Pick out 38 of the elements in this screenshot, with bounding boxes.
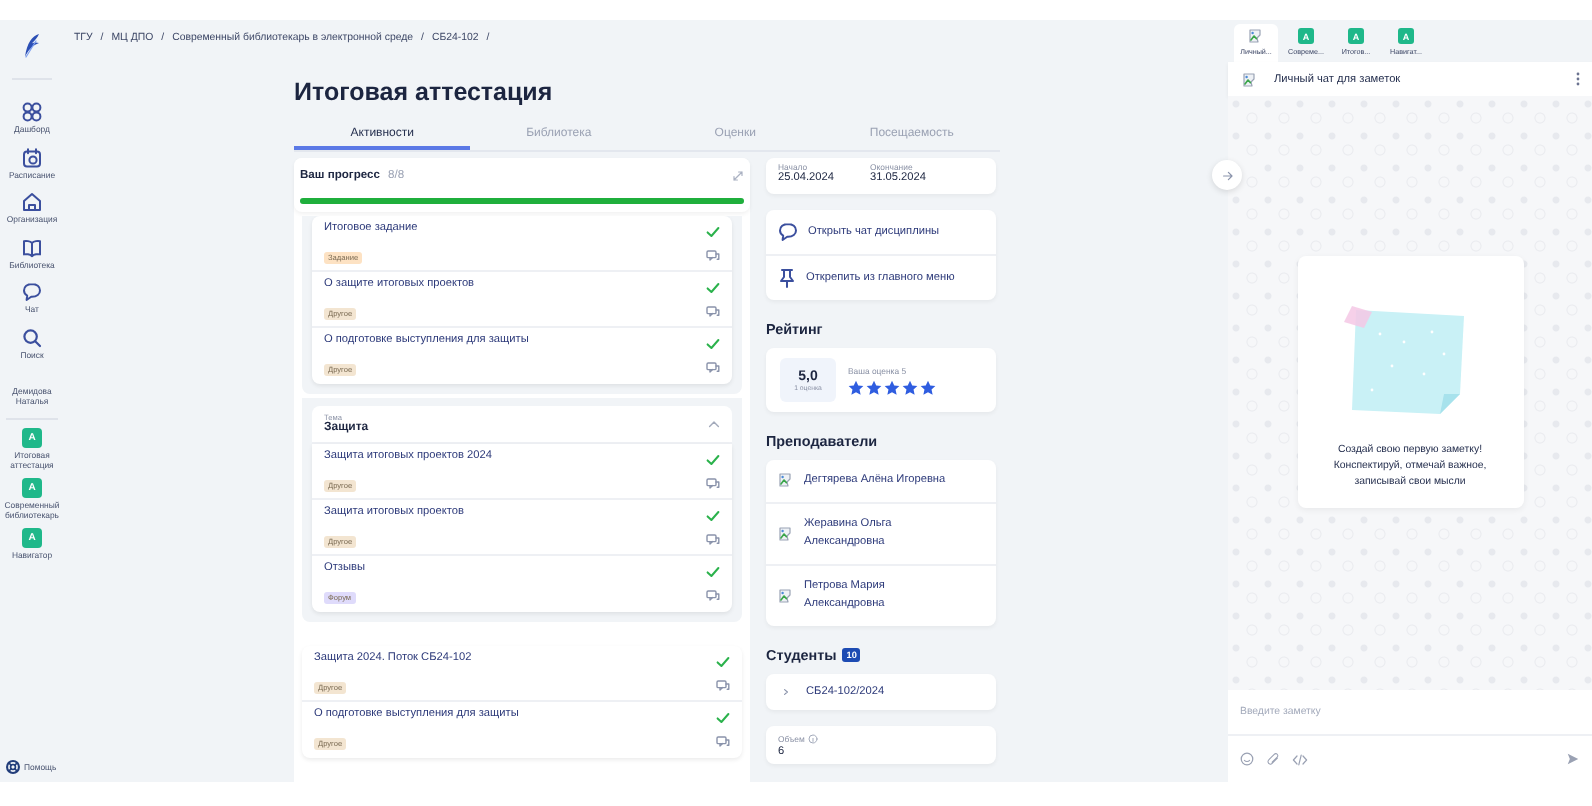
broken-image-icon [1242, 71, 1258, 87]
broken-image-icon [1248, 28, 1264, 44]
comment-icon [716, 736, 730, 748]
code-icon[interactable] [1292, 753, 1308, 765]
book-icon [22, 237, 42, 258]
page-title: Итоговая аттестация [294, 78, 555, 110]
comment-icon [706, 362, 720, 374]
logo-icon [22, 32, 42, 60]
star-icon[interactable] [866, 379, 882, 395]
comment-icon [706, 590, 720, 602]
home-icon [22, 192, 42, 213]
arrow-right-icon [1221, 169, 1233, 181]
chat-icon [778, 222, 798, 242]
help-icon [6, 760, 20, 774]
emoji-icon[interactable] [1240, 752, 1254, 766]
paperclip-icon[interactable] [1266, 752, 1280, 766]
comment-icon [706, 306, 720, 318]
pin-icon [778, 268, 796, 288]
expand-icon[interactable] [732, 170, 744, 182]
star-icon[interactable] [920, 379, 936, 395]
star-icon[interactable] [902, 379, 918, 395]
comment-icon [706, 534, 720, 546]
chevron-up-icon[interactable] [708, 420, 720, 428]
send-icon[interactable] [1566, 752, 1580, 766]
dashboard-icon [22, 102, 42, 122]
avatar-icon [778, 525, 794, 542]
info-icon [808, 733, 819, 744]
star-icon[interactable] [848, 379, 864, 395]
comment-icon [706, 478, 720, 490]
comment-icon [706, 250, 720, 262]
chat-icon [22, 282, 42, 303]
comment-icon [716, 680, 730, 692]
star-icon[interactable] [884, 379, 900, 395]
collapse-button[interactable] [1212, 160, 1242, 190]
search-icon [22, 328, 42, 349]
calendar-icon [22, 147, 42, 168]
avatar-icon [778, 587, 794, 604]
avatar-icon [778, 472, 794, 489]
